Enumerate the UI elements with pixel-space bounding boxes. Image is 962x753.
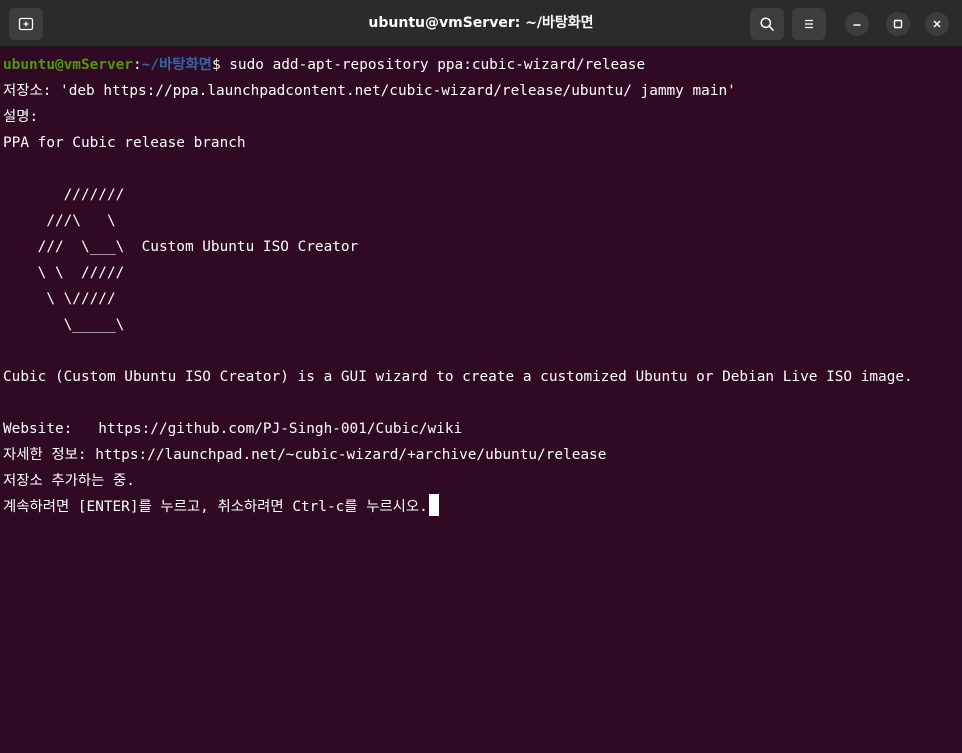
output-line: 저장소 추가하는 중. [3,473,135,489]
minimize-icon [853,24,861,26]
search-button[interactable] [750,8,784,40]
hamburger-menu-icon [805,19,813,29]
output-line: 자세한 정보: https://launchpad.net/~cubic-wiz… [3,447,607,463]
search-icon [760,17,774,31]
output-line: Cubic (Custom Ubuntu ISO Creator) is a G… [3,369,913,385]
ascii-art-line: /// \___\ Custom Ubuntu ISO Creator [3,239,359,255]
prompt-path: ~/바탕화면 [141,57,212,73]
ascii-art-line: \_____\ [3,317,125,333]
close-button[interactable] [925,12,949,36]
prompt-command: sudo add-apt-repository ppa:cubic-wizard… [229,57,646,73]
prompt-line: ubuntu@vmServer:~/바탕화면$ sudo add-apt-rep… [3,52,959,78]
new-tab-button[interactable] [9,8,43,40]
menu-button[interactable] [792,8,826,40]
terminal-output[interactable]: ubuntu@vmServer:~/바탕화면$ sudo add-apt-rep… [0,52,962,752]
output-line: Website: https://github.com/PJ-Singh-001… [3,421,463,437]
prompt-colon: : [132,57,142,73]
output-line: 설명: [3,109,39,125]
output-line: PPA for Cubic release branch [3,135,246,151]
ascii-art-line: \ \ ///// [3,265,125,281]
ascii-art-line: ///\ \ [3,213,116,229]
maximize-button[interactable] [886,12,910,36]
maximize-icon [893,19,903,29]
prompt-dollar: $ [211,57,230,73]
text-cursor [428,494,439,516]
output-line: 저장소: 'deb https://ppa.launchpadcontent.n… [3,83,736,99]
close-icon [933,20,941,28]
titlebar: ubuntu@vmServer: ~/바탕화면 [0,0,962,47]
prompt-user-host: ubuntu@vmServer [3,57,133,73]
minimize-button[interactable] [845,12,869,36]
ascii-art-line: \ \///// [3,291,116,307]
ascii-art-line: /////// [3,187,125,203]
new-tab-icon [18,17,34,31]
terminal-window: ubuntu@vmServer: ~/바탕화면 ubuntu@vmServer:… [0,0,962,753]
confirm-line: 계속하려면 [ENTER]를 누르고, 취소하려면 Ctrl-c를 누르시오. [3,494,959,520]
confirm-text: 계속하려면 [ENTER]를 누르고, 취소하려면 Ctrl-c를 누르시오. [3,499,428,515]
